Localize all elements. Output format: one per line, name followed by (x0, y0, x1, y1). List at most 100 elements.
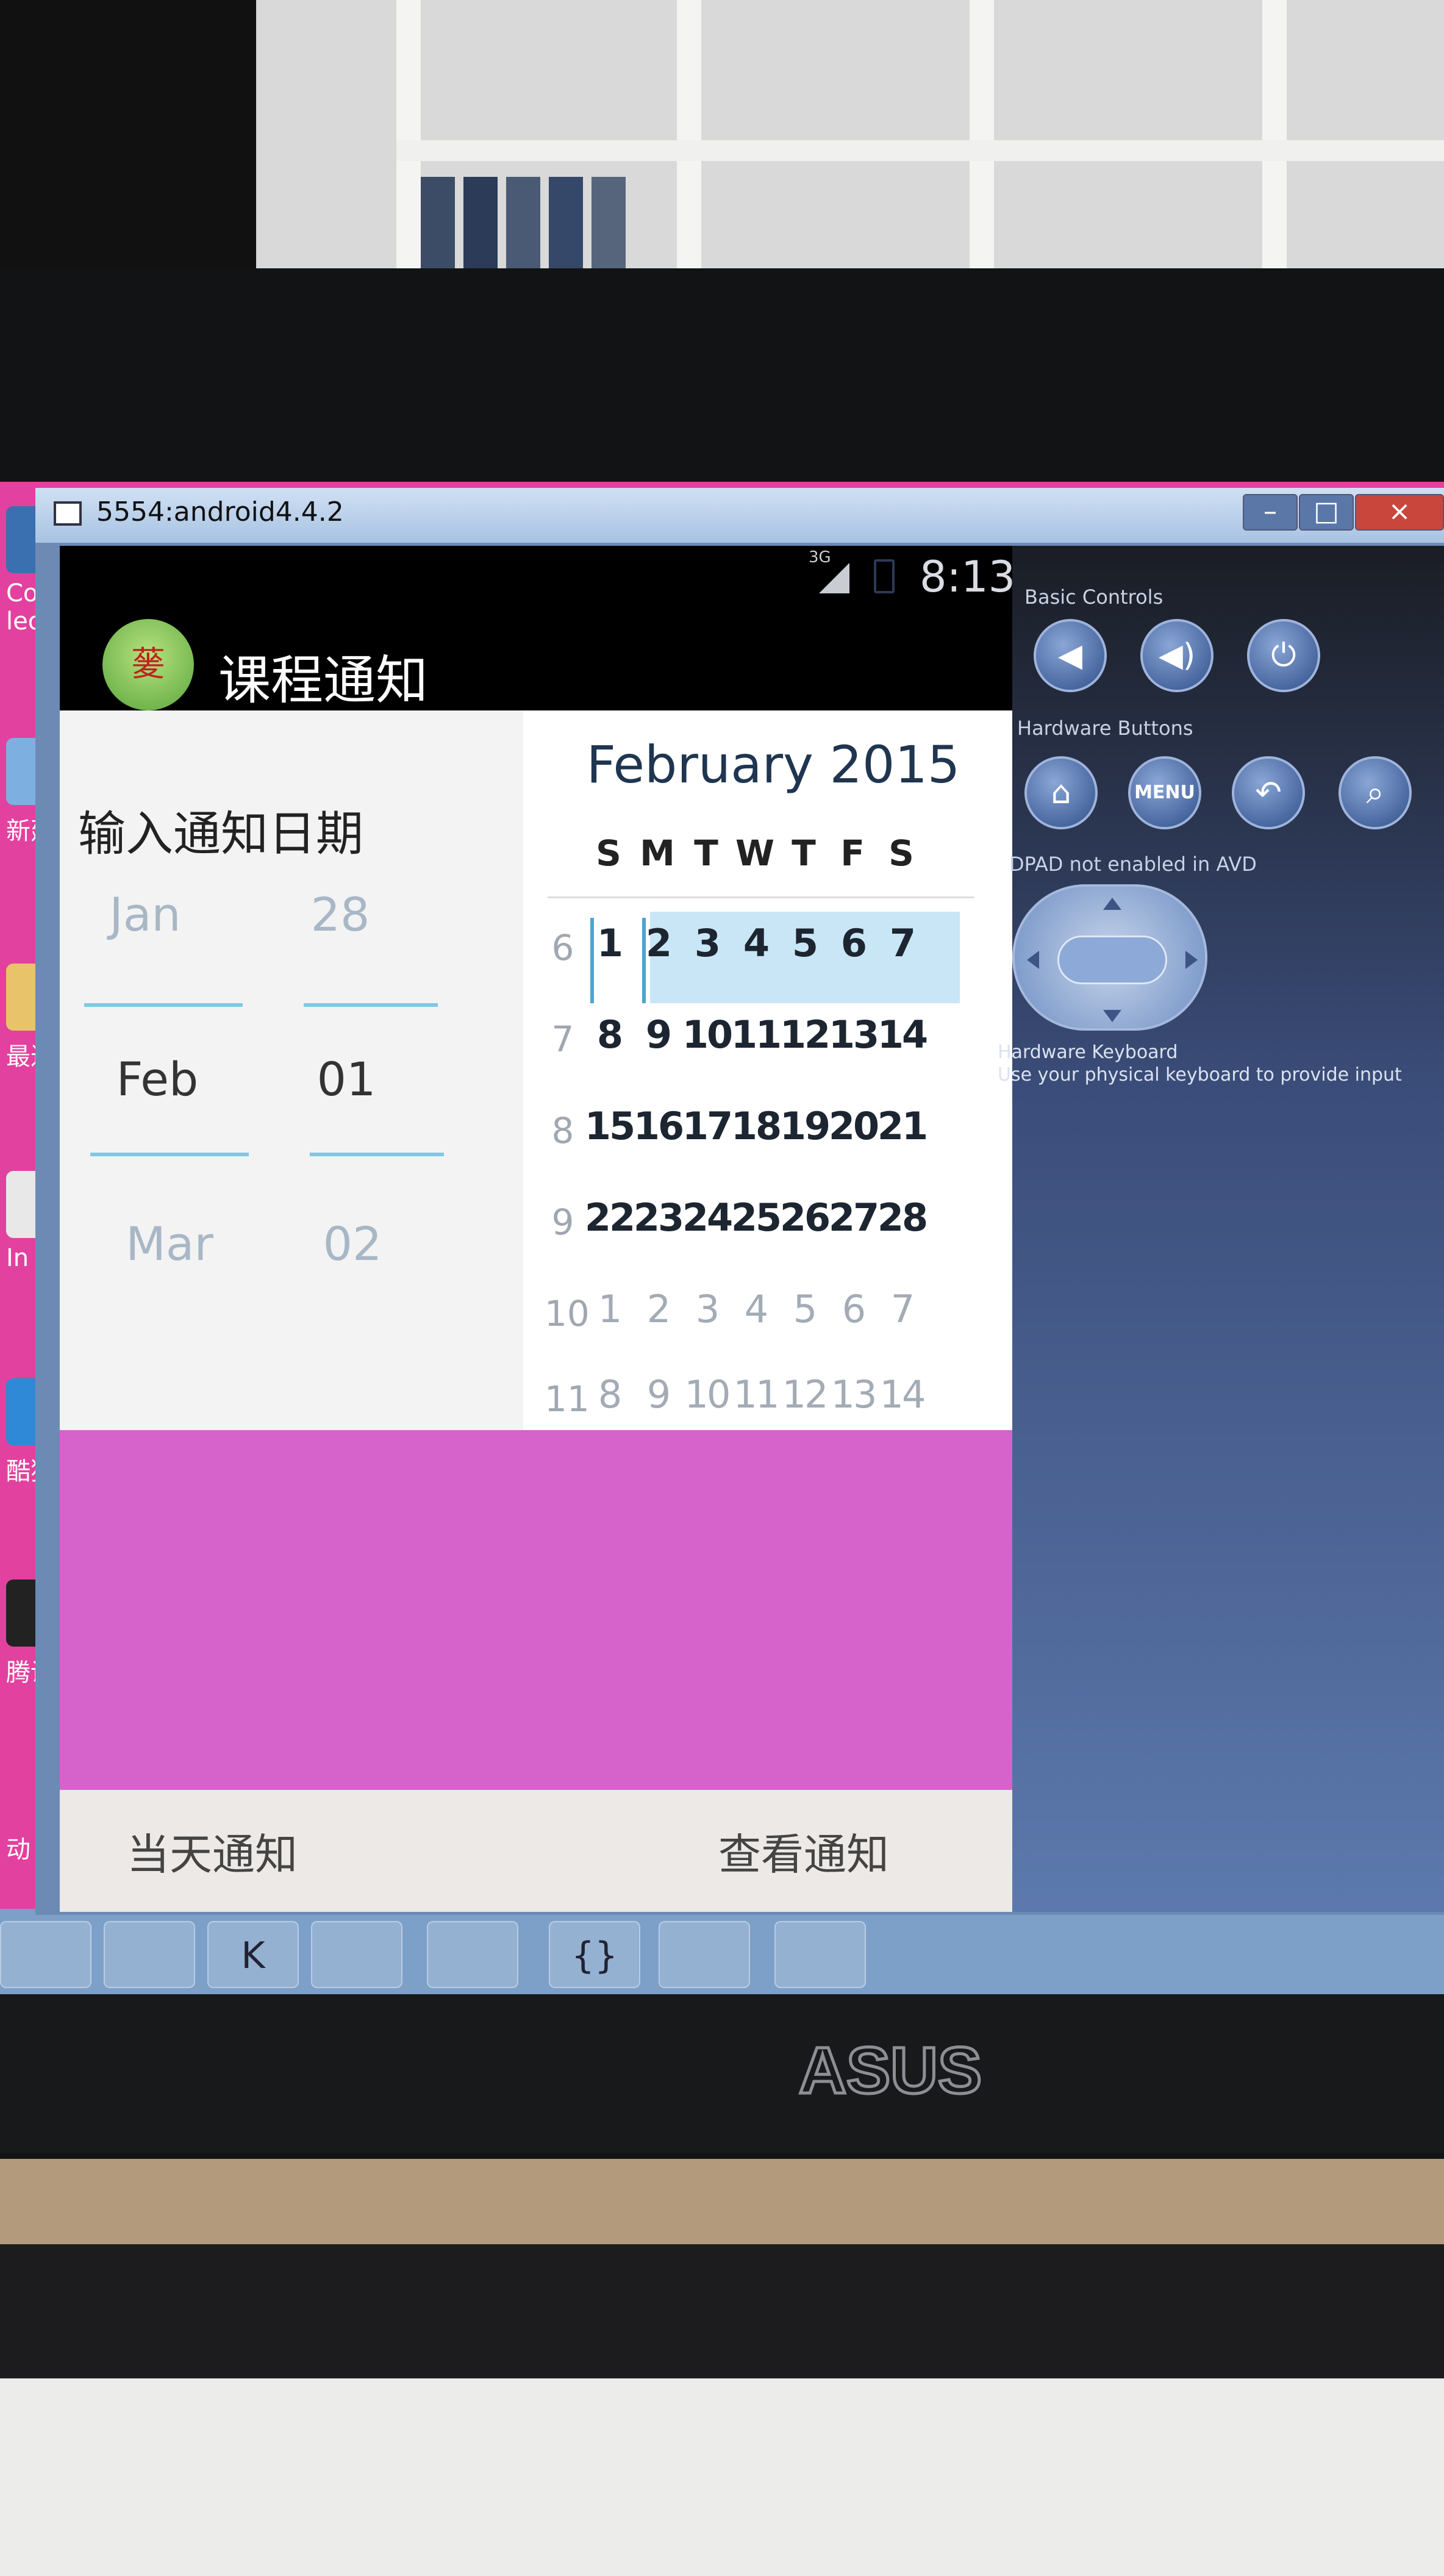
taskbar-window-icon[interactable] (659, 1921, 750, 1988)
calendar-day[interactable]: 2 (633, 1287, 683, 1331)
taskbar-app-icon[interactable] (427, 1921, 518, 1988)
calendar-day[interactable]: 22 (584, 1195, 635, 1240)
maximize-button[interactable]: □ (1299, 494, 1354, 531)
calendar-day[interactable]: 23 (633, 1195, 684, 1240)
dpad-arrow-icons (1027, 898, 1198, 1022)
calendar-day[interactable]: 24 (682, 1195, 733, 1240)
notice-panel (60, 1430, 1023, 1790)
taskbar-app-icon[interactable] (774, 1921, 866, 1988)
window-title: 5554:android4.4.2 (96, 496, 344, 528)
day-next[interactable]: 02 (291, 1217, 413, 1271)
android-screen: 3G 8:13 蓌 课程通知 输入通知日期 Jan Feb Mar 28 01 … (60, 546, 1023, 1912)
weekday-header: T (694, 832, 718, 874)
calendar-day[interactable]: 5 (779, 1287, 829, 1331)
brand-logo: ASUS (797, 2037, 983, 2109)
basic-controls-heading: Basic Controls (1024, 585, 1163, 609)
shelf-board (396, 140, 1444, 161)
calendar-day[interactable]: 10 (682, 1012, 733, 1057)
date-prompt-label: 输入通知日期 (78, 807, 364, 862)
app-logo: 蓌 (102, 619, 194, 710)
volume-down-icon[interactable]: ◀ (1034, 619, 1107, 692)
calendar-day[interactable]: 12 (779, 1372, 829, 1417)
day-prev[interactable]: 28 (279, 887, 401, 942)
calendar-day[interactable]: 1 (584, 921, 634, 965)
dpad-control[interactable] (1012, 884, 1207, 1031)
search-icon[interactable]: ⌕ (1339, 756, 1412, 829)
calendar-day[interactable]: 4 (731, 1287, 781, 1331)
month-selected[interactable]: Feb (78, 1052, 237, 1106)
weekday-header: T (792, 832, 816, 874)
weekday-header: F (840, 832, 865, 874)
calendar-day[interactable]: 17 (682, 1104, 733, 1148)
calendar-day[interactable]: 8 (584, 1012, 634, 1057)
emulator-controls-panel (1012, 546, 1444, 1912)
battery-icon (874, 559, 895, 593)
calendar-day[interactable]: 9 (633, 1372, 683, 1417)
taskbar-start-icon[interactable] (0, 1921, 91, 1988)
calendar-day[interactable]: 19 (779, 1104, 831, 1148)
calendar-day[interactable]: 16 (633, 1104, 684, 1148)
weekday-header: W (735, 832, 774, 874)
taskbar-player-icon[interactable] (311, 1921, 402, 1988)
volume-up-icon[interactable]: ◀) (1140, 619, 1213, 692)
view-notice-button[interactable]: 查看通知 (718, 1820, 889, 1882)
calendar-day[interactable]: 26 (779, 1195, 831, 1240)
calendar-day[interactable]: 6 (828, 1287, 878, 1331)
calendar-day[interactable]: 20 (828, 1104, 879, 1148)
week-number: 9 (551, 1201, 574, 1243)
calendar-day[interactable]: 11 (731, 1372, 781, 1417)
content-area: 输入通知日期 Jan Feb Mar 28 01 02 February 201… (60, 710, 1023, 1430)
hardware-buttons-heading: Hardware Buttons (1017, 717, 1193, 740)
calendar-day[interactable]: 11 (731, 1012, 782, 1057)
menu-button[interactable]: MENU (1128, 756, 1201, 829)
month-next[interactable]: Mar (90, 1217, 249, 1271)
calendar-day[interactable]: 14 (877, 1012, 928, 1057)
window-titlebar[interactable]: 5554:android4.4.2 – □ × (35, 488, 1444, 543)
calendar-day[interactable]: 4 (731, 921, 781, 965)
calendar-day[interactable]: 5 (779, 921, 829, 965)
desktop-icon-label: 动 (6, 1836, 30, 1864)
calendar-day[interactable]: 7 (877, 1287, 927, 1331)
back-icon[interactable]: ↶ (1232, 756, 1305, 829)
calendar-day[interactable]: 25 (731, 1195, 782, 1240)
weekday-header: S (888, 832, 914, 874)
shelf-shadow (0, 0, 256, 287)
power-icon[interactable]: ⏻ (1247, 619, 1320, 692)
week-number: 11 (545, 1378, 590, 1420)
keyboard-note: Use your physical keyboard to provide in… (998, 1064, 1402, 1086)
minimize-button[interactable]: – (1243, 494, 1298, 531)
calendar-day[interactable]: 10 (682, 1372, 732, 1417)
month-prev[interactable]: Jan (66, 887, 224, 942)
calendar-day[interactable]: 6 (828, 921, 878, 965)
calendar-day[interactable]: 9 (633, 1012, 683, 1057)
calendar-day[interactable]: 13 (828, 1372, 878, 1417)
calendar-day[interactable]: 2 (633, 921, 683, 965)
calendar-day[interactable]: 14 (877, 1372, 927, 1417)
taskbar-app-icon[interactable] (104, 1921, 195, 1988)
desktop-icon-label: Co (6, 579, 38, 607)
week-number: 8 (551, 1110, 574, 1151)
calendar-day[interactable]: 8 (584, 1372, 634, 1417)
taskbar-braces-icon[interactable]: {} (549, 1921, 640, 1988)
foreground-surface (0, 2378, 1444, 2576)
calendar-day[interactable]: 12 (779, 1012, 831, 1057)
close-button[interactable]: × (1355, 494, 1444, 531)
calendar-day[interactable]: 27 (828, 1195, 879, 1240)
calendar-day[interactable]: 1 (584, 1287, 634, 1331)
day-selected[interactable]: 01 (285, 1052, 407, 1106)
calendar-title: February 2015 (586, 735, 960, 795)
keyboard-heading: Hardware Keyboard (998, 1042, 1178, 1063)
calendar-day[interactable]: 15 (584, 1104, 635, 1148)
calendar-day[interactable]: 28 (877, 1195, 928, 1240)
picker-divider (90, 1153, 249, 1156)
calendar-day[interactable]: 21 (877, 1104, 928, 1148)
calendar-day[interactable]: 13 (828, 1012, 879, 1057)
home-icon[interactable]: ⌂ (1024, 756, 1098, 829)
calendar-day[interactable]: 7 (877, 921, 927, 965)
calendar-day[interactable]: 3 (682, 1287, 732, 1331)
weekday-header: S (596, 832, 621, 874)
calendar-day[interactable]: 18 (731, 1104, 782, 1148)
today-notice-button[interactable]: 当天通知 (127, 1820, 298, 1882)
calendar-day[interactable]: 3 (682, 921, 732, 965)
taskbar-kugou-icon[interactable]: K (207, 1921, 299, 1988)
